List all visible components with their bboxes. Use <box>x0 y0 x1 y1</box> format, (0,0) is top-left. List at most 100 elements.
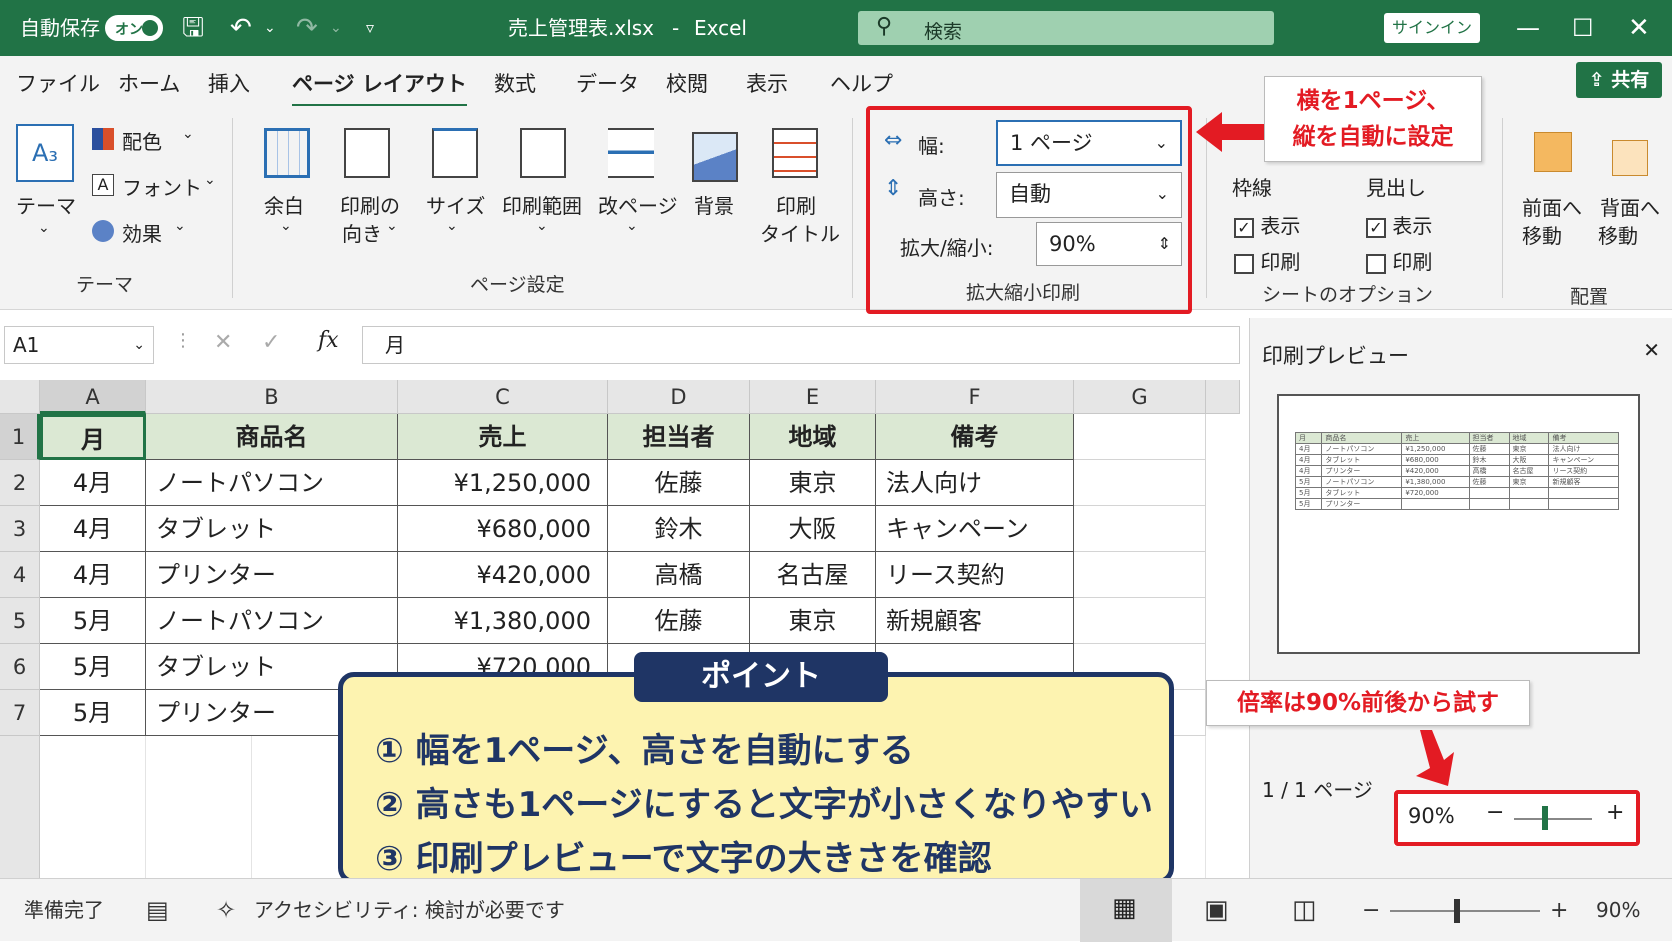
grid-cell[interactable]: リース契約 <box>876 552 1074 598</box>
column-header-e[interactable]: E <box>750 380 876 414</box>
tab-insert[interactable]: 挿入 <box>208 68 250 98</box>
grid-cell[interactable]: 大阪 <box>750 506 876 552</box>
headings-print-option[interactable]: 印刷 <box>1366 246 1432 275</box>
save-icon[interactable]: 🖫 <box>182 0 204 56</box>
tab-file[interactable]: ファイル <box>16 68 100 98</box>
accessibility-status[interactable]: アクセシビリティ: 検討が必要です <box>254 879 565 942</box>
grid-cell[interactable]: 4月 <box>40 460 146 506</box>
checkbox-checked[interactable]: ✓ <box>1366 217 1386 238</box>
header-cell-product[interactable]: 商品名 <box>146 414 398 460</box>
grid-cell[interactable]: キャンペーン <box>876 506 1074 552</box>
column-header-f[interactable]: F <box>876 380 1074 414</box>
column-header-c[interactable]: C <box>398 380 608 414</box>
name-box[interactable]: A1 ⌄ <box>4 326 154 364</box>
row-header-2[interactable]: 2 <box>0 460 40 506</box>
function-icon[interactable]: fx <box>318 328 339 353</box>
send-backward-label-2[interactable]: 移動 <box>1598 220 1638 249</box>
close-icon[interactable]: ✕ <box>1628 0 1650 56</box>
formula-input[interactable]: 月 <box>362 326 1240 364</box>
grid-cell[interactable]: 名古屋 <box>750 552 876 598</box>
signin-button[interactable]: サインイン <box>1384 13 1480 43</box>
minimize-icon[interactable]: — <box>1516 0 1540 56</box>
grid-cell[interactable]: 4月 <box>40 506 146 552</box>
orientation-label-2[interactable]: 向き <box>342 218 382 247</box>
breaks-button[interactable]: 改ページ <box>598 190 678 219</box>
zoom-slider[interactable] <box>1390 910 1540 912</box>
grid-cell[interactable]: 佐藤 <box>608 460 750 506</box>
header-cell-region[interactable]: 地域 <box>750 414 876 460</box>
grid-cell[interactable] <box>1074 506 1206 552</box>
print-area-dropdown-icon[interactable]: ⌄ <box>536 218 548 234</box>
print-titles-label-1[interactable]: 印刷 <box>776 190 816 219</box>
grid-cell[interactable]: 5月 <box>40 690 146 736</box>
grid-cell[interactable] <box>1074 460 1206 506</box>
grid-cell[interactable]: ¥1,380,000 <box>398 598 608 644</box>
bring-forward-label-2[interactable]: 移動 <box>1522 220 1562 249</box>
tab-help[interactable]: ヘルプ <box>830 68 893 98</box>
header-cell-month[interactable]: 月 <box>40 414 146 460</box>
row-header-7[interactable]: 7 <box>0 690 40 736</box>
themes-icon[interactable]: A₃ <box>16 124 74 182</box>
grid-cell[interactable]: 5月 <box>40 644 146 690</box>
normal-view-button[interactable]: ▦ <box>1080 879 1172 942</box>
grid-cell[interactable]: 東京 <box>750 598 876 644</box>
size-dropdown-icon[interactable]: ⌄ <box>446 218 458 234</box>
grid-cell[interactable]: 4月 <box>40 552 146 598</box>
grid-cell[interactable]: 法人向け <box>876 460 1074 506</box>
print-area-button[interactable]: 印刷範囲 <box>502 190 582 219</box>
bring-forward-label-1[interactable]: 前面へ <box>1522 192 1582 221</box>
enter-icon[interactable]: ✓ <box>262 330 280 355</box>
row-header-3[interactable]: 3 <box>0 506 40 552</box>
grid-cell[interactable]: 鈴木 <box>608 506 750 552</box>
row-header-6[interactable]: 6 <box>0 644 40 690</box>
headings-view-option[interactable]: ✓ 表示 <box>1366 210 1432 239</box>
row-header-5[interactable]: 5 <box>0 598 40 644</box>
grid-cell[interactable]: 高橋 <box>608 552 750 598</box>
zoom-slider-thumb[interactable] <box>1454 899 1460 923</box>
checkbox-checked[interactable]: ✓ <box>1234 217 1254 238</box>
accessibility-icon[interactable]: ✧ <box>216 879 236 942</box>
preview-page[interactable]: 月商品名 売上 担当者 地域 備考 4月 ノートパソコン ¥1,250,000 佐藤 東京 法人向け… <box>1277 394 1640 654</box>
grid-cell[interactable] <box>1074 414 1206 460</box>
tab-home[interactable]: ホーム <box>118 68 180 98</box>
margins-button[interactable]: 余白 <box>264 190 304 219</box>
grid-cell[interactable]: ¥1,250,000 <box>398 460 608 506</box>
grid-cell[interactable] <box>1074 598 1206 644</box>
gridlines-print-option[interactable]: 印刷 <box>1234 246 1300 275</box>
header-cell-sales[interactable]: 売上 <box>398 414 608 460</box>
undo-dropdown-icon[interactable]: ⌄ <box>264 0 276 56</box>
grid-cell[interactable]: タブレット <box>146 506 398 552</box>
colors-dropdown-icon[interactable]: ⌄ <box>182 126 194 142</box>
search-box[interactable]: ⚲ 検索 <box>858 11 1274 45</box>
themes-button-label[interactable]: テーマ <box>16 190 76 219</box>
fonts-dropdown-icon[interactable]: ⌄ <box>204 172 216 188</box>
checkbox-unchecked[interactable] <box>1234 253 1254 274</box>
redo-icon[interactable]: ↷ <box>296 0 318 56</box>
cancel-icon[interactable]: ✕ <box>214 330 232 355</box>
grid-cell[interactable]: ¥420,000 <box>398 552 608 598</box>
row-header-1[interactable]: 1 <box>0 414 40 460</box>
column-header-a[interactable]: A <box>40 380 146 414</box>
close-icon[interactable]: ✕ <box>1643 338 1660 362</box>
tab-data[interactable]: データ <box>576 68 639 98</box>
header-cell-notes[interactable]: 備考 <box>876 414 1074 460</box>
autosave-toggle[interactable]: オン <box>105 15 163 41</box>
background-button[interactable]: 背景 <box>694 190 734 219</box>
column-header-g[interactable]: G <box>1074 380 1206 414</box>
effects-button[interactable]: 効果 <box>122 218 162 247</box>
grid-cell[interactable]: ノートパソコン <box>146 460 398 506</box>
tab-review[interactable]: 校閲 <box>666 68 708 98</box>
page-layout-view-icon[interactable]: ▣ <box>1204 879 1229 942</box>
header-cell-owner[interactable]: 担当者 <box>608 414 750 460</box>
redo-dropdown-icon[interactable]: ⌄ <box>330 0 342 56</box>
grid-cell[interactable]: ¥680,000 <box>398 506 608 552</box>
select-all-button[interactable] <box>0 380 40 414</box>
maximize-icon[interactable]: ☐ <box>1572 0 1594 56</box>
send-backward-label-1[interactable]: 背面へ <box>1600 192 1660 221</box>
print-titles-label-2[interactable]: タイトル <box>760 218 840 247</box>
customize-qat-icon[interactable]: ▿ <box>366 0 374 56</box>
tab-view[interactable]: 表示 <box>746 68 788 98</box>
grid-cell[interactable] <box>1074 552 1206 598</box>
grid-cell[interactable]: プリンター <box>146 552 398 598</box>
column-header-b[interactable]: B <box>146 380 398 414</box>
